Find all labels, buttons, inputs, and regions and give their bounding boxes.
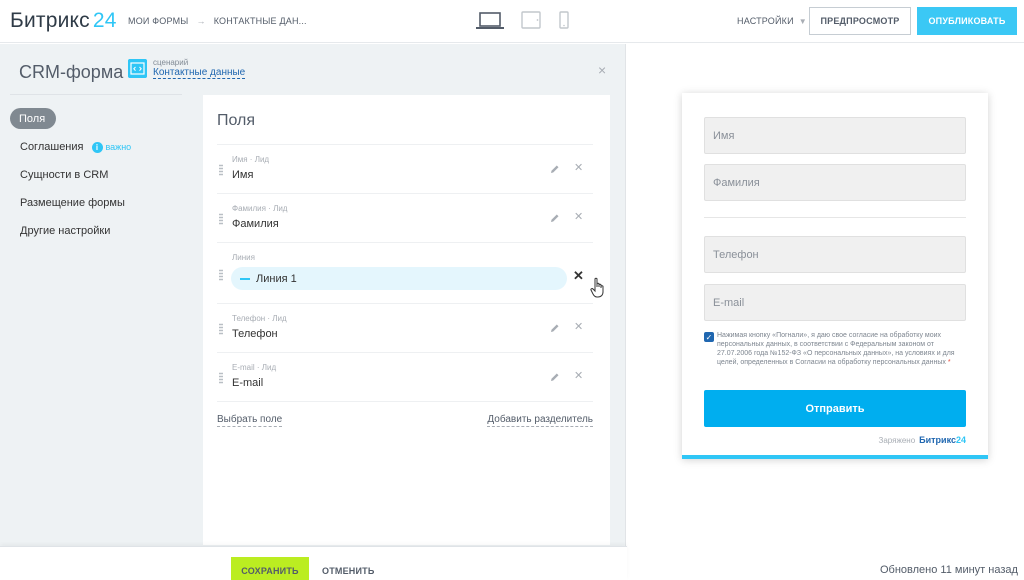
line-dash-icon	[240, 277, 250, 280]
bottom-bar: СОХРАНИТЬ ОТМЕНИТЬ	[0, 546, 627, 580]
code-icon	[128, 59, 147, 78]
field-value: E-mail	[232, 377, 264, 389]
breadcrumb-separator: →	[196, 16, 206, 26]
powered-brand: Битрикс24	[919, 435, 966, 445]
consent-body: Нажимая кнопку «Погнали», я даю свое сог…	[717, 332, 955, 366]
breadcrumb: МОИ ФОРМЫ → КОНТАКТНЫЕ ДАН...	[128, 16, 307, 26]
logo-num: 24	[92, 9, 117, 32]
choose-field-link[interactable]: Выбрать поле	[217, 414, 283, 427]
breadcrumb-contact-data[interactable]: КОНТАКТНЫЕ ДАН...	[214, 16, 307, 26]
field-value: Имя	[232, 169, 254, 181]
page-title: CRM-форма	[19, 62, 124, 82]
chevron-down-icon: ▼	[798, 16, 807, 26]
important-badge: i важно	[91, 141, 132, 153]
field-caption: Телефон · Лид	[232, 314, 287, 323]
field-caption: Линия	[232, 253, 255, 262]
hand-cursor-icon	[590, 277, 604, 298]
preview-divider	[704, 217, 966, 218]
required-star: *	[947, 359, 951, 366]
settings-label: НАСТРОЙКИ	[737, 16, 794, 26]
fields-title: Поля	[217, 112, 256, 129]
scenario-caption: сценарий	[153, 58, 189, 67]
sidebar: Поля Соглашения i важно Сущности в CRM Р…	[10, 108, 190, 245]
sidebar-item-label: Другие настройки	[20, 225, 111, 237]
scenario-link[interactable]: Контактные данные	[153, 67, 246, 79]
settings-menu[interactable]: НАСТРОЙКИ ▼	[737, 16, 807, 26]
close-icon[interactable]: ✕	[574, 320, 583, 333]
field-value: Линия 1	[256, 272, 297, 285]
sidebar-item-agreements[interactable]: Соглашения i важно	[10, 133, 190, 161]
field-row-email[interactable]: E-mail · Лид E-mail ✕	[217, 352, 593, 401]
powered-by[interactable]: Заряжено Битрикс24	[879, 435, 967, 445]
publish-button[interactable]: ОПУБЛИКОВАТЬ	[917, 7, 1017, 35]
preview-button[interactable]: ПРЕДПРОСМОТР	[809, 7, 911, 35]
close-icon[interactable]: ✕	[573, 268, 584, 284]
editor-panel: CRM-форма сценарий Контактные данные × П…	[0, 44, 626, 580]
consent-text: Нажимая кнопку «Погнали», я даю свое сог…	[717, 331, 967, 367]
preview-name-field[interactable]: Имя	[704, 117, 966, 154]
preview-surname-field[interactable]: Фамилия	[704, 164, 966, 201]
consent-checkbox[interactable]: ✓	[704, 332, 714, 342]
powered-caption: Заряжено	[878, 435, 916, 445]
field-row-line[interactable]: Линия Линия 1 ✕	[217, 242, 604, 303]
drag-handle-icon[interactable]	[219, 269, 223, 281]
close-icon[interactable]: ✕	[574, 369, 583, 382]
last-updated-status: Обновлено 11 минут назад	[880, 564, 1018, 576]
info-icon: i	[91, 141, 103, 153]
breadcrumb-my-forms[interactable]: МОИ ФОРМЫ	[128, 16, 188, 26]
pencil-icon[interactable]	[550, 323, 560, 333]
pencil-icon[interactable]	[550, 213, 560, 223]
pencil-icon[interactable]	[550, 164, 560, 174]
laptop-icon[interactable]	[476, 12, 504, 30]
save-button[interactable]: СОХРАНИТЬ	[231, 557, 309, 580]
top-bar: Битрикс 24 МОИ ФОРМЫ → КОНТАКТНЫЕ ДАН... …	[0, 0, 1024, 43]
close-icon[interactable]: ✕	[574, 210, 583, 223]
preview-email-field[interactable]: E-mail	[704, 284, 966, 321]
tablet-icon[interactable]	[521, 11, 541, 29]
drag-handle-icon[interactable]	[219, 164, 223, 176]
sidebar-item-fields[interactable]: Поля	[10, 108, 56, 129]
sidebar-item-label: Поля	[19, 112, 46, 125]
sidebar-item-other-settings[interactable]: Другие настройки	[10, 217, 190, 245]
powered-brand-num: 24	[955, 435, 966, 445]
fields-footer: Выбрать поле Добавить разделитель	[217, 401, 593, 427]
field-value: Фамилия	[232, 218, 279, 230]
field-caption: Фамилия · Лид	[232, 204, 288, 213]
field-row-name[interactable]: Имя · Лид Имя ✕	[217, 144, 593, 193]
close-icon[interactable]: ×	[598, 62, 606, 78]
important-badge-label: важно	[105, 142, 132, 152]
sidebar-item-label: Сущности в CRM	[20, 169, 109, 181]
logo[interactable]: Битрикс 24	[10, 9, 117, 33]
fields-card: Поля Имя · Лид Имя ✕ Фамилия · Лид Фамил…	[203, 95, 610, 545]
submit-button[interactable]: Отправить	[704, 390, 966, 427]
field-row-surname[interactable]: Фамилия · Лид Фамилия ✕	[217, 193, 593, 242]
drag-handle-icon[interactable]	[219, 323, 223, 335]
sidebar-item-crm-entities[interactable]: Сущности в CRM	[10, 161, 190, 189]
cancel-button[interactable]: ОТМЕНИТЬ	[322, 566, 375, 576]
sidebar-item-label: Размещение формы	[20, 197, 125, 209]
form-preview: Имя Фамилия Телефон E-mail ✓ Нажимая кно…	[682, 93, 988, 459]
phone-icon[interactable]	[559, 11, 569, 29]
field-row-phone[interactable]: Телефон · Лид Телефон ✕	[217, 303, 593, 352]
drag-handle-icon[interactable]	[219, 213, 223, 225]
pencil-icon[interactable]	[550, 372, 560, 382]
drag-handle-icon[interactable]	[219, 372, 223, 384]
close-icon[interactable]: ✕	[574, 161, 583, 174]
sidebar-item-label: Соглашения	[20, 141, 84, 153]
preview-phone-field[interactable]: Телефон	[704, 236, 966, 273]
field-caption: E-mail · Лид	[232, 363, 277, 372]
logo-text: Битрикс	[10, 9, 90, 32]
powered-brand-name: Битрикс	[919, 435, 956, 445]
field-value: Телефон	[232, 328, 278, 340]
divider	[10, 94, 182, 95]
line-pill: Линия 1	[231, 267, 567, 290]
add-separator-link[interactable]: Добавить разделитель	[487, 414, 593, 427]
field-caption: Имя · Лид	[232, 155, 270, 164]
sidebar-item-form-placement[interactable]: Размещение формы	[10, 189, 190, 217]
